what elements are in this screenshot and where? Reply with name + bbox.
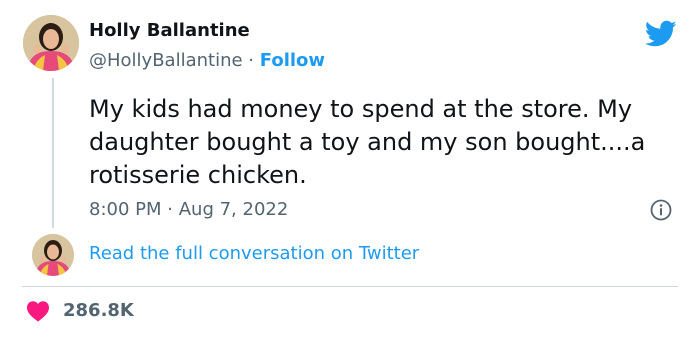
heart-icon[interactable]	[26, 300, 50, 322]
separator-dot: ·	[167, 199, 173, 220]
tweet-date[interactable]: Aug 7, 2022	[179, 199, 289, 220]
follow-button[interactable]: Follow	[260, 50, 325, 71]
thread-line	[52, 78, 54, 228]
info-icon[interactable]	[650, 199, 672, 221]
tweet-time[interactable]: 8:00 PM	[89, 199, 162, 220]
separator-dot: ·	[248, 50, 255, 71]
like-count[interactable]: 286.8K	[63, 300, 134, 321]
timestamp[interactable]: 8:00 PM · Aug 7, 2022	[89, 199, 288, 220]
author-avatar[interactable]	[23, 15, 79, 71]
author-handle[interactable]: @HollyBallantine	[89, 50, 243, 71]
handle-row: @HollyBallantine · Follow	[89, 50, 325, 71]
read-conversation-link[interactable]: Read the full conversation on Twitter	[89, 243, 419, 264]
tweet-text: My kids had money to spend at the store.…	[89, 95, 646, 189]
author-avatar-small[interactable]	[32, 234, 74, 276]
author-name[interactable]: Holly Ballantine	[89, 20, 250, 41]
divider	[22, 286, 678, 287]
twitter-bird-icon[interactable]	[645, 20, 677, 48]
